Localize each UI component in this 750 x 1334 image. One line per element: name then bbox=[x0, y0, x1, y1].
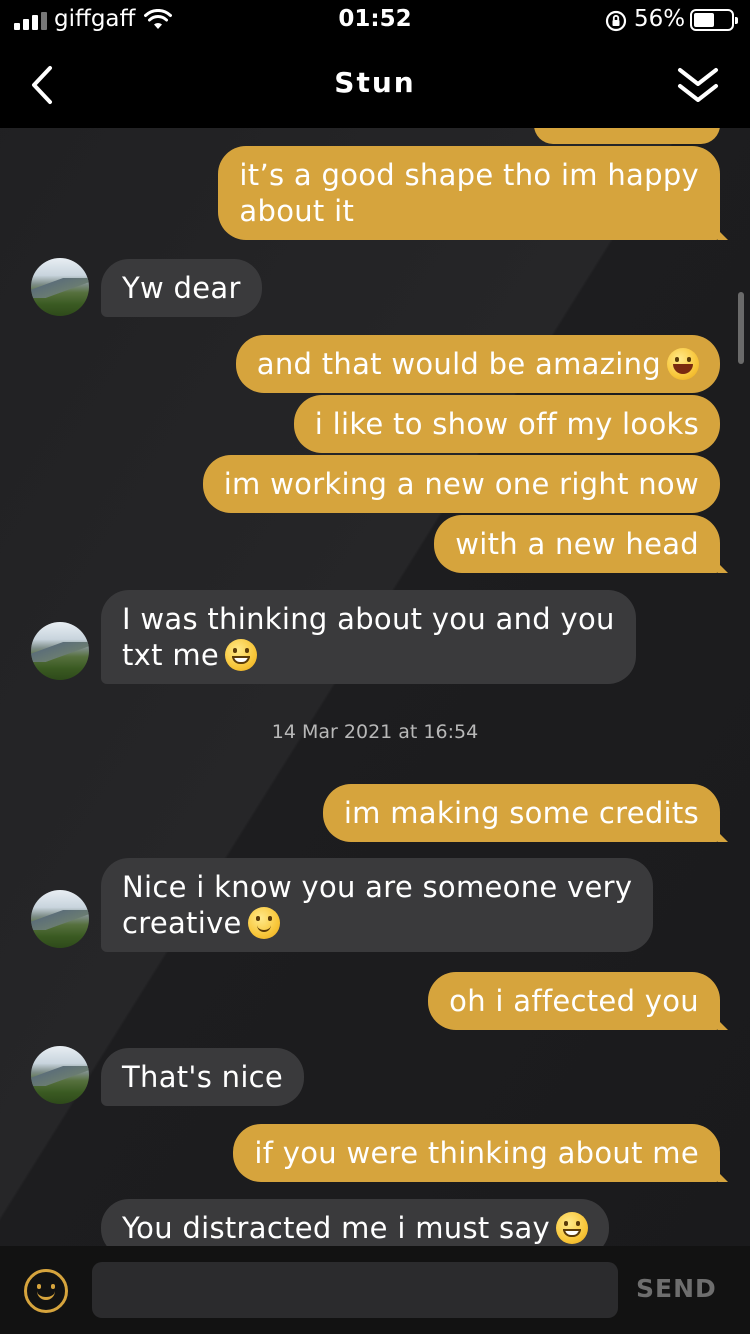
double-chevron-down-icon[interactable] bbox=[672, 62, 724, 110]
message-bubble-outgoing[interactable]: i like to show off my looks bbox=[293, 395, 720, 453]
message-text: txt me bbox=[122, 638, 220, 672]
battery-level bbox=[694, 13, 715, 27]
message-bubble-outgoing[interactable]: im making some credits bbox=[322, 784, 729, 842]
contact-avatar[interactable] bbox=[31, 622, 89, 680]
message-bubble-outgoing[interactable]: oh i affected you bbox=[428, 972, 728, 1030]
message-bubble-outgoing[interactable]: it’s a good shape tho im happy about it bbox=[218, 146, 728, 240]
message-list[interactable]: it’s a good shape tho im happy about it … bbox=[0, 128, 750, 1246]
message-text: creative bbox=[122, 906, 242, 940]
grinning-emoji-icon bbox=[225, 639, 258, 671]
message-text: Nice i know you are someone very bbox=[122, 870, 633, 904]
message-bubble-outgoing[interactable]: and that would be amazing bbox=[235, 335, 720, 393]
message-text: im making some credits bbox=[343, 796, 699, 830]
contact-avatar[interactable] bbox=[31, 258, 89, 316]
message-text: about it bbox=[239, 194, 355, 228]
message-text: it’s a good shape tho im happy bbox=[239, 158, 699, 192]
message-bubble-incoming[interactable]: That's nice bbox=[101, 1048, 305, 1106]
message-bubble-incoming[interactable]: Yw dear bbox=[101, 259, 262, 317]
smiling-emoji-icon bbox=[247, 907, 280, 939]
message-bubble-incoming[interactable]: I was thinking about you and you txt me bbox=[101, 590, 636, 684]
message-text: i like to show off my looks bbox=[314, 407, 699, 441]
message-timestamp: 14 Mar 2021 at 16:54 bbox=[271, 721, 479, 743]
scrollbar[interactable] bbox=[738, 292, 744, 364]
rotation-lock-icon bbox=[605, 10, 627, 32]
message-text: I was thinking about you and you bbox=[122, 602, 615, 636]
message-text: im working a new one right now bbox=[223, 467, 699, 501]
message-bubble-incoming[interactable]: Nice i know you are someone very creativ… bbox=[101, 858, 654, 952]
message-bubble-outgoing[interactable]: with a new head bbox=[434, 515, 728, 573]
message-text: You distracted me i must say bbox=[122, 1211, 550, 1245]
message-bubble-outgoing-partial bbox=[534, 128, 720, 144]
message-text: oh i affected you bbox=[449, 984, 699, 1018]
message-text: Yw dear bbox=[122, 271, 241, 305]
grinning-emoji-icon bbox=[555, 1212, 588, 1244]
message-bubble-incoming[interactable]: You distracted me i must say bbox=[101, 1199, 609, 1246]
status-bar: giffgaff 01:52 56% bbox=[0, 0, 750, 42]
contact-avatar[interactable] bbox=[31, 890, 89, 948]
battery-icon bbox=[690, 9, 738, 31]
composer-bar: SEND bbox=[0, 1246, 750, 1334]
message-text: if you were thinking about me bbox=[254, 1136, 699, 1170]
message-bubble-outgoing[interactable]: if you were thinking about me bbox=[233, 1124, 728, 1182]
send-button[interactable]: SEND bbox=[636, 1274, 717, 1303]
laughing-tears-emoji-icon bbox=[667, 348, 699, 380]
chat-title: Stun bbox=[334, 66, 416, 99]
message-input[interactable] bbox=[92, 1262, 618, 1318]
message-text: with a new head bbox=[455, 527, 699, 561]
contact-avatar[interactable] bbox=[31, 1046, 89, 1104]
message-text: That's nice bbox=[122, 1060, 284, 1094]
message-text: and that would be amazing bbox=[256, 347, 661, 381]
battery-percent: 56% bbox=[634, 6, 686, 32]
message-bubble-outgoing[interactable]: im working a new one right now bbox=[202, 455, 720, 513]
navigation-bar: Stun bbox=[0, 42, 750, 128]
emoji-picker-icon[interactable] bbox=[24, 1269, 68, 1313]
